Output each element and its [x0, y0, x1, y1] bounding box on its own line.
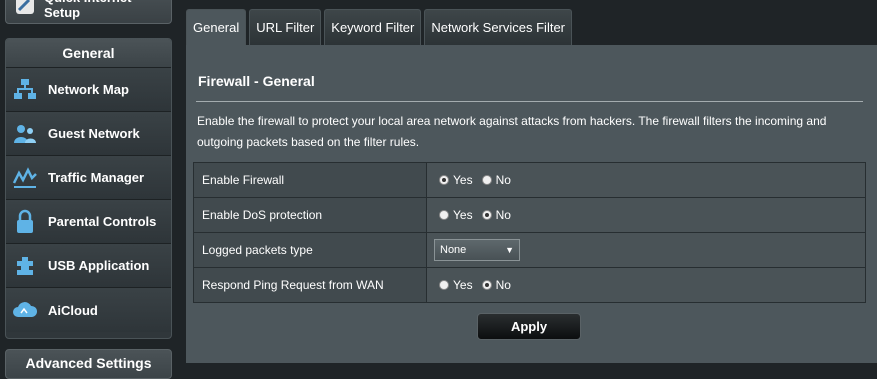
guest-network-icon: [11, 120, 39, 148]
enable-firewall-no-radio[interactable]: [481, 175, 492, 185]
select-value: None: [440, 244, 467, 256]
title-divider: [196, 101, 863, 102]
general-header: General: [6, 39, 171, 68]
sidebar-item-label: Traffic Manager: [48, 170, 145, 185]
respond-ping-label: Respond Ping Request from WAN: [193, 267, 427, 303]
wand-icon: [14, 0, 36, 16]
enable-dos-protection-label: Enable DoS protection: [193, 197, 427, 233]
advanced-settings-header: Advanced Settings: [5, 349, 172, 379]
radio-label: Yes: [453, 278, 473, 292]
dos-protection-yes-radio[interactable]: [439, 210, 449, 220]
logged-packets-type-select[interactable]: None ▼: [434, 239, 520, 261]
radio-label: No: [495, 208, 511, 222]
respond-ping-yes-radio[interactable]: [439, 280, 449, 290]
sidebar-item-label: Network Map: [48, 82, 129, 97]
network-map-icon: [11, 76, 39, 104]
sidebar-item-parental-controls[interactable]: Parental Controls: [6, 200, 171, 244]
table-row: Respond Ping Request from WAN Yes No: [193, 267, 866, 303]
firewall-settings-table: Enable Firewall Yes No Enable DoS protec…: [193, 162, 866, 303]
table-row: Logged packets type None ▼: [193, 232, 866, 268]
chevron-down-icon: ▼: [505, 245, 514, 255]
tab-url-filter[interactable]: URL Filter: [249, 9, 322, 45]
sidebar-item-network-map[interactable]: Network Map: [6, 68, 171, 112]
aicloud-icon: [11, 296, 39, 324]
tab-bar: General URL Filter Keyword Filter Networ…: [186, 9, 572, 45]
apply-button[interactable]: Apply: [477, 313, 581, 340]
enable-firewall-label: Enable Firewall: [193, 162, 427, 198]
table-row: Enable Firewall Yes No: [193, 162, 866, 198]
sidebar-item-traffic-manager[interactable]: Traffic Manager: [6, 156, 171, 200]
traffic-manager-icon: [11, 164, 39, 192]
page-title: Firewall - General: [198, 73, 315, 89]
enable-firewall-yes-radio[interactable]: [439, 175, 449, 185]
respond-ping-no-radio[interactable]: [481, 280, 492, 290]
page-description: Enable the firewall to protect your loca…: [197, 114, 827, 149]
tab-general[interactable]: General: [186, 9, 247, 45]
usb-application-icon: [11, 252, 39, 280]
table-row: Enable DoS protection Yes No: [193, 197, 866, 233]
firewall-panel: Firewall - General Enable the firewall t…: [186, 45, 877, 363]
sidebar-item-label: Parental Controls: [48, 214, 157, 229]
quick-setup-label: Quick Internet Setup: [44, 0, 131, 20]
sidebar-item-label: AiCloud: [48, 302, 98, 318]
quick-internet-setup-button[interactable]: Quick Internet Setup: [5, 0, 172, 24]
tab-network-services-filter[interactable]: Network Services Filter: [424, 9, 572, 45]
parental-controls-icon: [11, 208, 39, 236]
radio-label: Yes: [453, 208, 473, 222]
radio-label: No: [495, 173, 511, 187]
general-menu: General Network Map Guest Network Traffi…: [5, 38, 172, 339]
radio-label: Yes: [453, 173, 473, 187]
radio-label: No: [495, 278, 511, 292]
sidebar-item-label: USB Application: [48, 258, 150, 273]
logged-packets-type-label: Logged packets type: [193, 232, 427, 268]
dos-protection-no-radio[interactable]: [481, 210, 492, 220]
sidebar-item-usb-application[interactable]: USB Application: [6, 244, 171, 288]
sidebar-item-label: Guest Network: [48, 126, 140, 141]
sidebar-item-guest-network[interactable]: Guest Network: [6, 112, 171, 156]
sidebar-item-aicloud[interactable]: AiCloud: [6, 288, 171, 332]
tab-keyword-filter[interactable]: Keyword Filter: [324, 9, 422, 45]
